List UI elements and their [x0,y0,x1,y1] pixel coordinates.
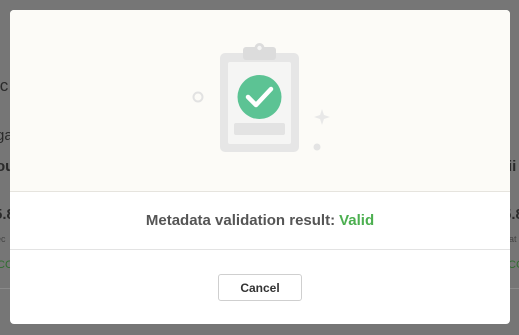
validation-status-value: Valid [339,212,375,229]
background-text: ic [0,76,9,95]
validation-result-label: Metadata validation result: [145,212,336,229]
cancel-button[interactable]: Cancel [218,274,302,301]
background-divider [0,288,10,289]
dialog-footer: Cancel [10,250,510,324]
background-text: ec [0,234,6,244]
background-divider [510,288,519,289]
dialog-illustration-panel [10,10,510,192]
validation-result: Metadata validation result: Valid [10,192,510,250]
clipboard-check-icon [192,43,330,152]
validation-dialog: Metadata validation result: Valid Cancel [10,10,510,324]
background-text: at [509,234,517,244]
